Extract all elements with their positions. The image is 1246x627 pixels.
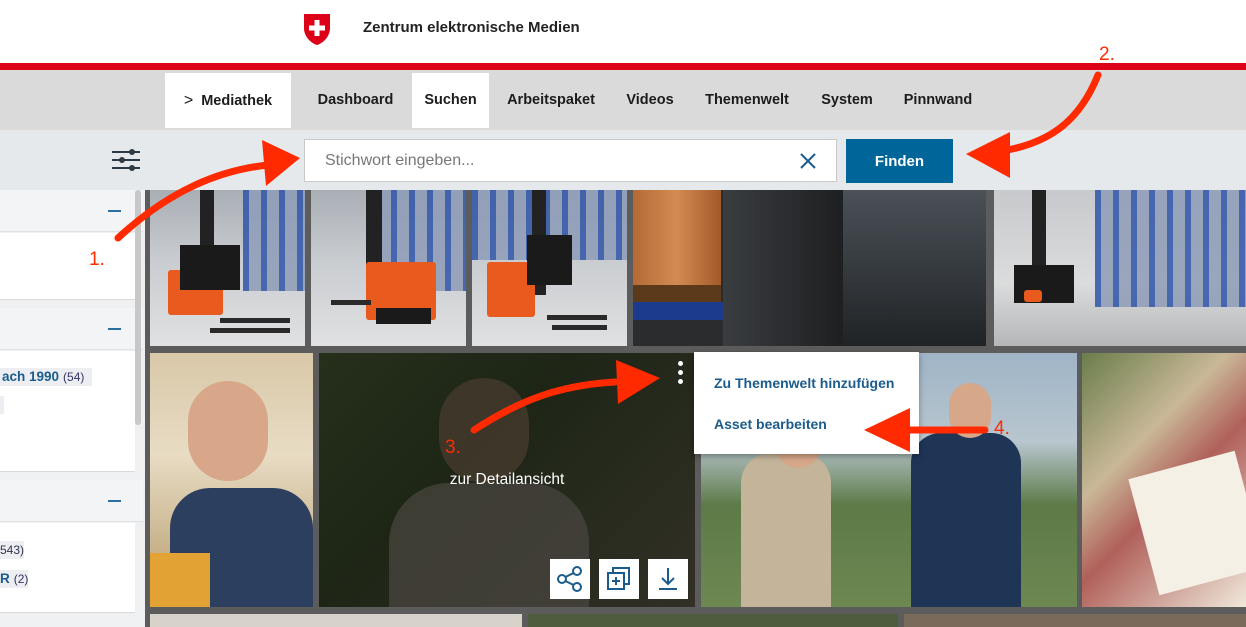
thumbnail-image — [150, 553, 210, 607]
nav-item-pinnwand[interactable]: Pinnwand — [894, 73, 982, 128]
filter-section: 543) R (2) — [0, 523, 135, 613]
search-input[interactable] — [305, 140, 785, 181]
nav-item-arbeitspaket[interactable]: Arbeitspaket — [498, 73, 604, 128]
nav-item-suchen[interactable]: Suchen — [412, 73, 489, 128]
thumbnail-image — [552, 325, 607, 330]
result-thumbnail[interactable] — [633, 190, 986, 346]
thumbnail-image — [1014, 265, 1074, 303]
filter-option-label: ach 1990 — [2, 369, 60, 384]
chevron-right-icon: > — [183, 92, 194, 109]
thumbnail-image — [180, 245, 240, 290]
result-thumbnail[interactable] — [150, 614, 522, 627]
result-thumbnail[interactable] — [994, 190, 1246, 346]
download-button[interactable] — [648, 559, 688, 599]
thumbnail-image — [1024, 290, 1042, 302]
thumbnail-image — [1094, 190, 1246, 307]
page: Zentrum elektronische Medien > Mediathek … — [0, 0, 1246, 627]
annotation-label-4: 4. — [994, 418, 1010, 439]
site-title: Zentrum elektronische Medien — [363, 19, 580, 36]
result-card-hovered[interactable]: zur Detailansicht — [319, 353, 695, 607]
nav-item-mediathek[interactable]: > Mediathek — [165, 73, 291, 128]
thumbnail-image — [723, 190, 843, 346]
search-field — [304, 139, 837, 182]
swiss-logo-icon[interactable] — [302, 12, 332, 46]
annotation-label-1: 1. — [89, 249, 105, 270]
nav-item-dashboard[interactable]: Dashboard — [305, 73, 406, 128]
filter-option-count: (54) — [63, 370, 85, 384]
find-button[interactable]: Finden — [846, 139, 953, 183]
filter-section-header — [0, 480, 143, 522]
thumbnail-image — [547, 315, 607, 320]
annotation-label-3: 3. — [445, 437, 461, 458]
filter-sliders-icon[interactable] — [110, 146, 142, 174]
search-bar: Finden — [0, 130, 1246, 190]
download-icon — [659, 568, 677, 590]
filter-option-count[interactable]: 543) — [0, 543, 24, 557]
thumbnail-image — [949, 383, 991, 438]
thumbnail-image — [220, 318, 290, 323]
collapse-icon[interactable] — [108, 328, 121, 330]
filter-section: ach 1990 (54) — [0, 351, 135, 472]
result-thumbnail[interactable] — [1082, 353, 1246, 607]
menu-item-add-to-themenwelt[interactable]: Zu Themenwelt hinzufügen — [714, 375, 894, 391]
result-thumbnail[interactable] — [311, 190, 466, 346]
nav-item-themenwelt[interactable]: Themenwelt — [694, 73, 800, 128]
thumbnail-image — [243, 190, 305, 292]
thumbnail-image — [210, 328, 290, 333]
result-thumbnail[interactable] — [528, 614, 898, 627]
result-thumbnail[interactable] — [904, 614, 1246, 627]
nav-item-videos[interactable]: Videos — [616, 73, 684, 128]
thumbnail-image — [843, 190, 986, 346]
sidebar-scrollbar[interactable] — [135, 190, 141, 425]
filter-section-header — [0, 308, 143, 350]
thumbnail-image — [331, 300, 371, 305]
more-options-icon[interactable] — [674, 361, 686, 391]
clear-icon[interactable] — [797, 150, 819, 172]
menu-item-edit-asset[interactable]: Asset bearbeiten — [714, 416, 827, 432]
filter-option-count: (2) — [13, 572, 29, 586]
thumbnail-image — [633, 190, 721, 285]
brand-bar — [0, 63, 1246, 70]
collapse-icon[interactable] — [108, 210, 121, 212]
filter-section-header — [0, 190, 143, 232]
main-nav: > Mediathek Dashboard Suchen Arbeitspaket… — [0, 70, 1246, 130]
collapse-icon[interactable] — [108, 500, 121, 502]
filter-sidebar: ach 1990 (54) 543) R (2) — [0, 190, 145, 627]
result-thumbnail[interactable] — [472, 190, 627, 346]
filter-option[interactable]: ach 1990 (54) — [2, 369, 84, 384]
annotation-label-2: 2. — [1099, 44, 1115, 65]
filter-chip-bg — [0, 396, 4, 414]
asset-context-menu: Zu Themenwelt hinzufügen Asset bearbeite… — [694, 352, 919, 454]
add-to-collection-icon — [607, 567, 630, 590]
add-to-collection-button[interactable] — [599, 559, 639, 599]
thumbnail-image — [188, 381, 268, 481]
filter-option[interactable]: R (2) — [0, 571, 28, 586]
result-thumbnail[interactable] — [150, 353, 313, 607]
thumbnail-image — [527, 235, 572, 285]
thumbnail-image — [376, 308, 431, 324]
result-thumbnail[interactable] — [150, 190, 305, 346]
thumbnail-image — [911, 433, 1021, 607]
site-header: Zentrum elektronische Medien — [0, 0, 1246, 63]
share-button[interactable] — [550, 559, 590, 599]
filter-option-label: R — [0, 571, 10, 586]
filter-section — [0, 233, 135, 300]
nav-item-system[interactable]: System — [812, 73, 882, 128]
share-icon — [557, 566, 582, 592]
nav-item-label: Mediathek — [201, 93, 273, 109]
detail-view-link[interactable]: zur Detailansicht — [319, 471, 695, 489]
thumbnail-image — [741, 453, 831, 607]
